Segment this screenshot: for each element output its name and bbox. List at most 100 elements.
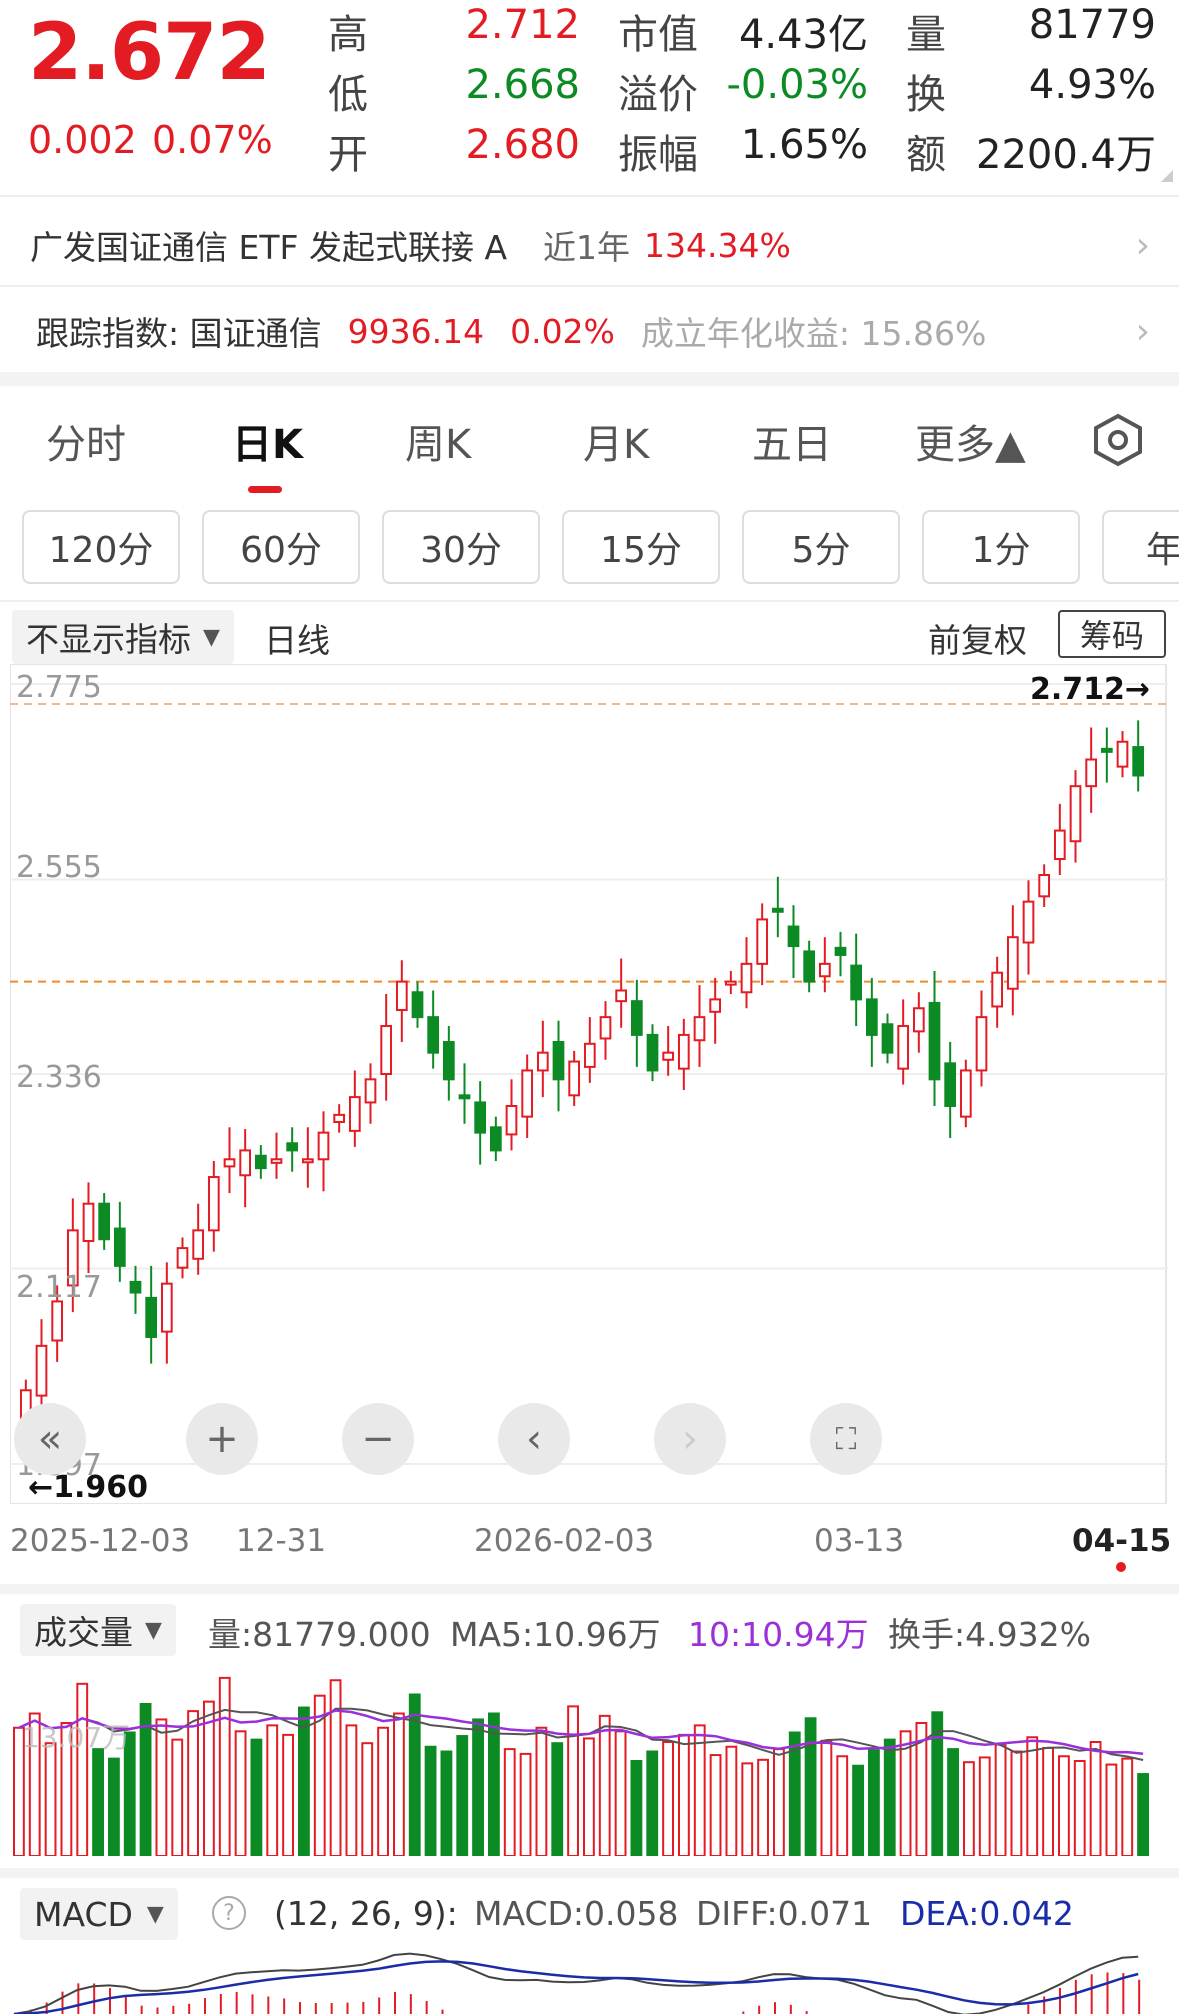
- candle-body: [129, 1280, 142, 1294]
- macd-bar: [283, 1998, 286, 2014]
- zoom-in-icon[interactable]: +: [186, 1403, 258, 1475]
- candle-body: [364, 1078, 377, 1104]
- price-change: 0.002: [28, 118, 137, 162]
- candle-body: [113, 1227, 126, 1267]
- adjust-label[interactable]: 前复权: [928, 614, 1027, 662]
- zoom-out-icon[interactable]: −: [342, 1403, 414, 1475]
- volume-bar: [424, 1745, 437, 1856]
- volume-dropdown[interactable]: 成交量 ▼: [20, 1604, 176, 1656]
- stat-label: 额: [906, 132, 946, 178]
- volume-bar: [614, 1730, 627, 1856]
- macd-bar: [758, 2005, 761, 2014]
- macd-bar: [124, 1995, 127, 2014]
- macd-bar: [1059, 1987, 1061, 2014]
- macd-bar: [378, 1997, 381, 2014]
- volume-bar: [583, 1737, 595, 1856]
- volume-value: 量:81779.000: [208, 1615, 431, 1654]
- volume-bar: [1121, 1757, 1134, 1856]
- next-icon[interactable]: ›: [654, 1403, 726, 1475]
- candle-body: [756, 918, 769, 965]
- volume-bar: [994, 1743, 1007, 1856]
- candle-body: [176, 1247, 189, 1269]
- stat-value: 4.93%: [1028, 62, 1156, 108]
- stat-value: 2200.4万: [976, 132, 1156, 178]
- macd-bar: [188, 2003, 191, 2014]
- interval-15m[interactable]: 15分: [562, 510, 720, 584]
- macd-bar: [774, 2002, 776, 2014]
- candle-body: [286, 1142, 299, 1152]
- candle-body: [803, 950, 816, 983]
- help-icon[interactable]: ?: [212, 1896, 246, 1930]
- indicator-label: 不显示指标: [26, 620, 191, 659]
- prev-icon[interactable]: ‹: [498, 1403, 570, 1475]
- volume-bar: [836, 1755, 849, 1856]
- index-row[interactable]: 跟踪指数: 国证通信 9936.14 0.02% 成立年化收益: 15.86% …: [36, 298, 1150, 364]
- volume-bar: [282, 1733, 294, 1856]
- scroll-left-icon[interactable]: «: [14, 1403, 86, 1475]
- volume-axis-label: 13.07万: [22, 1721, 131, 1754]
- macd-bar: [235, 1992, 238, 2014]
- volume-bar: [741, 1762, 754, 1856]
- indicator-dropdown[interactable]: 不显示指标 ▼: [12, 610, 234, 664]
- settings-hexagon-icon[interactable]: [1090, 412, 1146, 468]
- quote-stats: 高 2.712 低 2.668 开 2.680 市值 4.43亿 溢价 -0.03% 振幅 1.65%…: [320, 0, 1160, 190]
- candlestick-chart[interactable]: [10, 664, 1168, 1504]
- interval-1m[interactable]: 1分: [922, 510, 1080, 584]
- candle-body: [677, 1033, 690, 1070]
- volume-chart[interactable]: [10, 1656, 1160, 1856]
- interval-5m[interactable]: 5分: [742, 510, 900, 584]
- volume-bar: [250, 1738, 263, 1856]
- tab-daily-k[interactable]: 日K: [232, 412, 303, 470]
- candle-body: [348, 1096, 361, 1132]
- candle-body: [693, 1016, 706, 1042]
- caret-down-icon: ▼: [203, 624, 220, 650]
- candle-body: [51, 1300, 64, 1342]
- candle-body: [662, 1051, 675, 1061]
- interval-120m[interactable]: 120分: [22, 510, 180, 584]
- fund-row[interactable]: 广发国证通信 ETF 发起式联接 A 近1年 134.34% ›: [30, 210, 1150, 280]
- macd-dropdown[interactable]: MACD ▼: [20, 1888, 178, 1940]
- x-tick-label: 2025-12-03: [10, 1523, 191, 1559]
- low-marker: ←1.960: [28, 1470, 149, 1505]
- candle-body: [787, 925, 800, 948]
- interval-60m[interactable]: 60分: [202, 510, 360, 584]
- volume-label: 成交量: [34, 1613, 133, 1652]
- macd-diff-line: [13, 1952, 1139, 2014]
- tab-monthly-k[interactable]: 月K: [583, 412, 649, 470]
- volume-bar: [1089, 1741, 1102, 1856]
- tab-five-day[interactable]: 五日: [752, 412, 832, 470]
- interval-30m[interactable]: 30分: [382, 510, 540, 584]
- volume-bar: [108, 1757, 120, 1856]
- candle-body: [442, 1041, 455, 1081]
- tab-more[interactable]: 更多▲: [915, 412, 1026, 470]
- volume-bar: [155, 1718, 168, 1856]
- line-type-label: 日线: [264, 621, 330, 660]
- candle-body: [223, 1158, 236, 1168]
- fullscreen-icon[interactable]: ⛶: [810, 1403, 882, 1475]
- x-tick-label: 2026-02-03: [474, 1523, 655, 1559]
- candle-body: [944, 1062, 957, 1107]
- candle-body: [474, 1101, 487, 1134]
- interval-year[interactable]: 年: [1102, 510, 1179, 584]
- volume-ma5: MA5:10.96万: [450, 1615, 661, 1654]
- chips-button[interactable]: 筹码: [1058, 610, 1166, 658]
- macd-bar: [267, 1996, 270, 2014]
- tab-fenshi[interactable]: 分时: [46, 412, 126, 470]
- volume-bar: [393, 1712, 405, 1856]
- x-tick-label: 04-15: [1072, 1523, 1172, 1559]
- candle-body: [160, 1282, 173, 1333]
- macd-bar: [1027, 2004, 1030, 2014]
- stat-value: 2.712: [465, 2, 580, 48]
- volume-bar: [630, 1760, 643, 1856]
- candle-body: [552, 1041, 565, 1081]
- tab-weekly-k[interactable]: 周K: [405, 412, 471, 470]
- macd-bar: [1138, 1979, 1141, 2014]
- stat-label: 高: [328, 12, 368, 58]
- candle-body: [317, 1131, 330, 1161]
- macd-bar: [93, 1983, 96, 2014]
- candle-body: [1132, 746, 1145, 777]
- macd-diff: DIFF:0.071: [696, 1894, 873, 1933]
- candle-body: [646, 1033, 659, 1072]
- macd-bar: [314, 2002, 317, 2014]
- index-value: 9936.14: [347, 311, 485, 351]
